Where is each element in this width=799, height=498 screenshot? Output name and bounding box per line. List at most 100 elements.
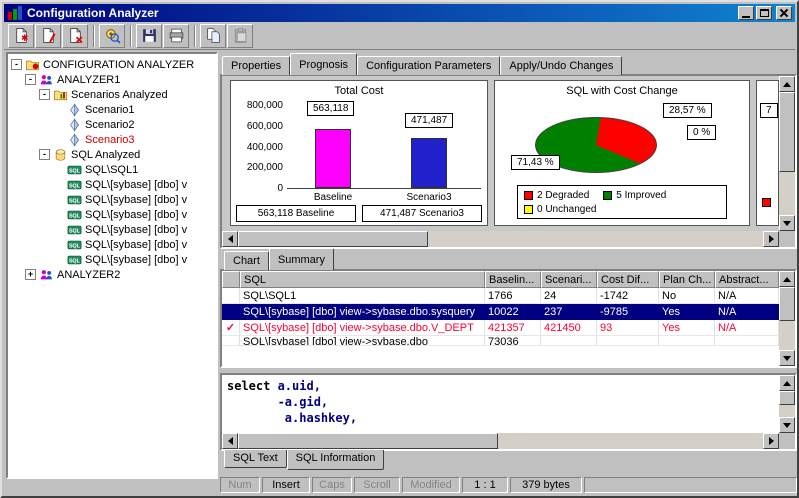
tab-summary[interactable]: Summary [269,248,334,270]
scroll-right-button[interactable] [763,433,779,449]
tree-item-sql[interactable]: SQL\SQL1 [9,162,215,177]
column-header-scenario[interactable]: Scenari... [541,271,597,288]
tab-properties[interactable]: Properties [222,56,290,75]
tree-toggle[interactable]: - [39,149,50,160]
scroll-up-button[interactable] [779,375,795,391]
tree-item-analyzer1[interactable]: - ANALYZER1 [9,72,215,87]
column-header-abstract[interactable]: Abstract... [715,271,779,288]
chart-title: Total Cost [231,81,487,97]
scroll-up-button[interactable] [779,271,795,287]
pie-legend: 2 Degraded5 Improved 0 Unchanged [517,185,727,219]
new-report-button[interactable] [8,24,34,48]
column-header-plan-change[interactable]: Plan Ch... [659,271,715,288]
tree-item-scenarios-analyzed[interactable]: -Scenarios Analyzed [9,87,215,102]
scroll-up-button[interactable] [779,76,795,92]
table-vertical-scrollbar[interactable] [779,271,795,366]
tree-toggle[interactable]: - [11,59,22,70]
tree-item-scenario1[interactable]: Scenario1 [9,102,215,117]
tree-toggle[interactable]: - [25,74,36,85]
scroll-down-button[interactable] [779,350,795,366]
legend-swatch-unchanged [524,205,533,214]
table-row-flagged[interactable]: ✓SQL\[sybase] [dbo] view->sybase.dbo.V_D… [222,320,779,336]
tree-item-label: CONFIGURATION ANALYZER [43,59,194,71]
column-header-baseline[interactable]: Baselin... [485,271,541,288]
tab-prognosis[interactable]: Prognosis [290,53,357,75]
tab-configuration-parameters[interactable]: Configuration Parameters [357,56,500,75]
toolbar [4,22,795,50]
scroll-down-button[interactable] [779,215,795,231]
scroll-right-button[interactable] [763,231,779,247]
tab-chart[interactable]: Chart [224,251,269,270]
charts-view: Total Cost 800,000 600,000 400,000 200,0… [222,76,779,231]
bar-scenario3 [411,138,447,188]
tab-sql-information[interactable]: SQL Information [287,450,385,470]
table-row[interactable]: SQL\SQL1176624-1742NoN/A [222,288,779,304]
sql-badge-icon [67,253,82,267]
tree-item-sql[interactable]: SQL\[sybase] [dbo] v [9,237,215,252]
close-button[interactable] [776,6,792,20]
sql-tabs: SQL Text SQL Information [224,450,384,470]
report-wizard-button[interactable] [35,24,61,48]
table-header-row: SQL Baselin... Scenari... Cost Dif... Pl… [222,271,779,288]
tab-sql-text[interactable]: SQL Text [224,450,287,468]
tree-item-label: ANALYZER2 [57,269,120,281]
column-header-cost-diff[interactable]: Cost Dif... [597,271,659,288]
column-header-sql[interactable]: SQL [240,271,485,288]
table-row-partial[interactable]: SQL\[sybase] [dbo] view->sybase.dbo73036 [222,336,779,346]
table-row-selected[interactable]: SQL\[sybase] [dbo] view->sybase.dbo.sysq… [222,304,779,320]
save-icon [141,27,158,44]
sql-text-panel: select a.uid, -a.gid, a.hashkey, [220,373,797,451]
scroll-thumb[interactable] [779,391,795,405]
minimize-button[interactable] [738,6,754,20]
charts-vertical-scrollbar[interactable] [779,76,795,231]
tree-item-sql[interactable]: SQL\[sybase] [dbo] v [9,252,215,267]
scroll-thumb[interactable] [238,231,428,247]
tree-item-configuration-analyzer[interactable]: - CONFIGURATION ANALYZER [9,57,215,72]
sql-badge-icon [67,193,82,207]
tree-item-sql[interactable]: SQL\[sybase] [dbo] v [9,207,215,222]
tree-item-label: SQL\[sybase] [dbo] v [85,254,187,266]
scenario-icon [67,118,82,132]
scroll-thumb[interactable] [238,433,498,449]
tree-toggle[interactable]: + [25,269,36,280]
sql-editor[interactable]: select a.uid, -a.gid, a.hashkey, [222,375,779,433]
sql-cost-change-chart: SQL with Cost Change 28,57 % 0 % 71,43 %… [494,80,750,226]
sql-vertical-scrollbar[interactable] [779,375,795,433]
tree-toggle[interactable]: - [39,89,50,100]
status-cursor-position: 1 : 1 [462,477,508,493]
tree-item-sql-analyzed[interactable]: -SQL Analyzed [9,147,215,162]
partial-label: 7 [760,103,778,118]
status-bar: Num Insert Caps Scroll Modified 1 : 1 37… [4,475,799,494]
tree-item-sql[interactable]: SQL\[sybase] [dbo] v [9,192,215,207]
tree-item-scenario3[interactable]: Scenario3 [9,132,215,147]
scroll-thumb[interactable] [779,92,795,172]
tree-item-analyzer2[interactable]: + ANALYZER2 [9,267,215,282]
app-icon [7,5,23,21]
tree-item-label: Scenario3 [85,134,135,146]
scenarios-folder-icon [53,88,68,102]
print-button[interactable] [163,24,189,48]
maximize-button[interactable] [756,6,772,20]
titlebar[interactable]: Configuration Analyzer [4,4,795,22]
tree-item-sql[interactable]: SQL\[sybase] [dbo] v [9,177,215,192]
column-header-marker[interactable] [222,271,240,288]
tab-apply-undo-changes[interactable]: Apply/Undo Changes [500,56,622,75]
analyze-button[interactable] [99,24,125,48]
delete-report-button[interactable] [62,24,88,48]
sql-horizontal-scrollbar[interactable] [222,433,779,449]
window-title: Configuration Analyzer [27,6,736,20]
tree-item-scenario2[interactable]: Scenario2 [9,117,215,132]
scroll-left-button[interactable] [222,231,238,247]
tree-item-sql[interactable]: SQL\[sybase] [dbo] v [9,222,215,237]
analyzer-tree[interactable]: -CONFIGURATION ANALYZER -ANALYZER1 -Scen… [6,52,218,479]
tree-item-label: ANALYZER1 [57,74,120,86]
charts-horizontal-scrollbar[interactable] [222,231,779,247]
scroll-down-button[interactable] [779,417,795,433]
save-button[interactable] [136,24,162,48]
copy-button[interactable] [200,24,226,48]
pie-pct-label: 28,57 % [663,103,712,118]
check-mark-icon: ✓ [222,320,240,336]
scroll-thumb[interactable] [779,287,795,321]
scroll-left-button[interactable] [222,433,238,449]
status-filler [584,477,797,493]
